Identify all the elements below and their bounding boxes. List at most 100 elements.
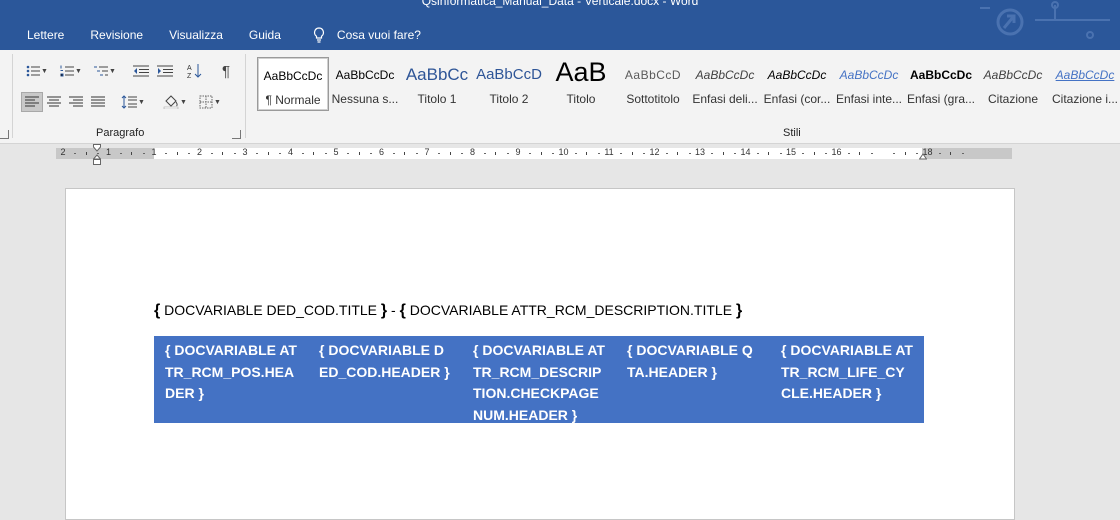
style-citazione[interactable]: AaBbCcDc Citazione bbox=[977, 57, 1049, 111]
style-name: Titolo 1 bbox=[417, 92, 457, 106]
borders-icon bbox=[199, 95, 213, 109]
ruler-dot bbox=[256, 153, 259, 154]
horizontal-ruler[interactable]: 2 1 1 2 3 4 5 6 7 8 9 10 11 12 13 14 15 16 18 bbox=[56, 147, 1012, 159]
style-name: Titolo bbox=[566, 92, 596, 106]
style-enfasi-delicata[interactable]: AaBbCcDc Enfasi deli... bbox=[689, 57, 761, 111]
ruler-number: 5 bbox=[333, 147, 339, 157]
ruler-dot bbox=[529, 153, 532, 154]
tab-visualizza[interactable]: Visualizza bbox=[156, 26, 236, 44]
ruler-tick bbox=[677, 152, 679, 155]
ruler-number: 13 bbox=[694, 147, 706, 157]
ruler-dot bbox=[438, 153, 441, 154]
style-name: Nessuna s... bbox=[331, 92, 399, 106]
align-center-button[interactable] bbox=[43, 92, 65, 112]
numbering-button[interactable]: ▼ bbox=[56, 61, 86, 81]
font-dialog-launcher[interactable] bbox=[0, 130, 9, 139]
table-header-cell-pos[interactable]: { DOCVARIABLE ATTR_RCM_POS.HEADER } bbox=[154, 336, 308, 423]
table-header-row: { DOCVARIABLE ATTR_RCM_POS.HEADER } { DO… bbox=[154, 336, 924, 423]
ruler-tick bbox=[768, 152, 770, 155]
ruler-dot bbox=[301, 153, 304, 154]
style-sample: AaBbCcDc bbox=[335, 68, 395, 82]
style-nessuna-spaziatura[interactable]: AaBbCcDc Nessuna s... bbox=[329, 57, 401, 111]
ruler-dot bbox=[688, 153, 691, 154]
style-enfasi-corsivo[interactable]: AaBbCcDc Enfasi (cor... bbox=[761, 57, 833, 111]
style-name: Enfasi deli... bbox=[692, 92, 758, 106]
style-sample: AaBbCcDc bbox=[1055, 68, 1115, 82]
style-enfasi-intensa[interactable]: AaBbCcDc Enfasi inte... bbox=[833, 57, 905, 111]
ruler-number: 1 bbox=[105, 147, 112, 157]
ruler-dot bbox=[938, 153, 941, 154]
ruler-dot bbox=[483, 153, 486, 154]
ruler-dot bbox=[74, 153, 77, 154]
multilevel-list-icon bbox=[94, 66, 109, 76]
style-name: Enfasi inte... bbox=[835, 92, 903, 106]
align-left-button[interactable] bbox=[21, 92, 43, 112]
style-sample: AaBbCcDc bbox=[983, 68, 1043, 82]
style-normale[interactable]: AaBbCcDc ¶ Normale bbox=[257, 57, 329, 111]
document-page[interactable]: { DOCVARIABLE DED_COD.TITLE } - { DOCVAR… bbox=[65, 188, 1015, 520]
tab-guida[interactable]: Guida bbox=[236, 26, 294, 44]
show-formatting-button[interactable]: ¶ bbox=[215, 61, 237, 81]
shading-button[interactable]: ▼ bbox=[160, 92, 190, 112]
style-sample: AaBbCcD bbox=[476, 66, 542, 83]
ruler-number: 16 bbox=[831, 147, 842, 157]
circuit-decoration-icon bbox=[980, 1, 1110, 39]
line-spacing-button[interactable]: ▼ bbox=[118, 92, 148, 112]
tab-lettere[interactable]: Lettere bbox=[14, 26, 77, 44]
ruler-dot bbox=[893, 153, 896, 154]
style-titolo[interactable]: AaB Titolo bbox=[545, 57, 617, 111]
increase-indent-button[interactable] bbox=[154, 61, 176, 81]
table-header-cell-code[interactable]: { DOCVARIABLE DED_COD.HEADER } bbox=[308, 336, 462, 423]
ruler-dot bbox=[870, 153, 873, 154]
ruler-dot bbox=[370, 153, 373, 154]
ruler-dot bbox=[734, 153, 737, 154]
document-title-line[interactable]: { DOCVARIABLE DED_COD.TITLE } - { DOCVAR… bbox=[154, 302, 742, 320]
chevron-down-icon: ▼ bbox=[75, 67, 82, 75]
style-sottotitolo[interactable]: AaBbCcD Sottotitolo bbox=[617, 57, 689, 111]
chevron-down-icon: ▼ bbox=[214, 98, 221, 106]
paragraph-dialog-launcher[interactable] bbox=[232, 130, 241, 139]
decrease-indent-button[interactable] bbox=[130, 61, 152, 81]
chevron-down-icon: ▼ bbox=[138, 98, 145, 106]
ruler-dot bbox=[847, 153, 850, 154]
borders-button[interactable]: ▼ bbox=[194, 92, 226, 112]
ruler-dot bbox=[552, 153, 555, 154]
style-name: Titolo 2 bbox=[489, 92, 529, 106]
table-header-cell-life-cycle[interactable]: { DOCVARIABLE ATTR_RCM_LIFE_CYCLE.HEADER… bbox=[770, 336, 924, 423]
sort-button[interactable]: AZ bbox=[184, 61, 206, 81]
style-enfasi-grassetto[interactable]: AaBbCcDc Enfasi (gra... bbox=[905, 57, 977, 111]
ruler-dot bbox=[392, 153, 395, 154]
table-header-cell-description[interactable]: { DOCVARIABLE ATTR_RCM_DESCRIPTION.CHECK… bbox=[462, 336, 616, 423]
ruler-tick bbox=[904, 152, 906, 155]
ruler-tick bbox=[222, 152, 224, 155]
ruler-dot bbox=[461, 153, 464, 154]
right-indent-marker-icon[interactable] bbox=[919, 149, 927, 161]
style-titolo-2[interactable]: AaBbCcD Titolo 2 bbox=[473, 57, 545, 111]
tell-me-search[interactable]: Cosa vuoi fare? bbox=[300, 26, 434, 44]
ruler-number: 10 bbox=[558, 147, 569, 157]
justify-button[interactable] bbox=[87, 92, 109, 112]
align-right-button[interactable] bbox=[65, 92, 87, 112]
style-sample: AaBbCcDc bbox=[263, 69, 323, 83]
ruler-number: 12 bbox=[649, 147, 660, 157]
ruler-number: 8 bbox=[469, 147, 476, 157]
table-header-cell-qta[interactable]: { DOCVARIABLE QTA.HEADER } bbox=[616, 336, 770, 423]
ruler-dot bbox=[643, 153, 646, 154]
style-name: Citazione bbox=[987, 92, 1039, 106]
style-name: Citazione i... bbox=[1051, 92, 1119, 106]
style-sample: AaBbCcDc bbox=[839, 68, 899, 82]
ruler-dot bbox=[916, 153, 919, 154]
multilevel-list-button[interactable]: ▼ bbox=[90, 61, 120, 81]
ruler-dot bbox=[324, 153, 327, 154]
indent-marker-icon[interactable] bbox=[93, 144, 101, 166]
ruler-dot bbox=[961, 153, 964, 154]
style-titolo-1[interactable]: AaBbCc Titolo 1 bbox=[401, 57, 473, 111]
pilcrow-icon: ¶ bbox=[221, 62, 231, 80]
ruler-number: 7 bbox=[424, 147, 430, 157]
style-citazione-intensa[interactable]: AaBbCcDc Citazione i... bbox=[1049, 57, 1120, 111]
ruler-tick bbox=[540, 152, 542, 155]
bullets-button[interactable]: ▼ bbox=[22, 61, 52, 81]
tab-revisione[interactable]: Revisione bbox=[77, 26, 156, 44]
ruler-tick bbox=[859, 152, 861, 155]
ruler-tick bbox=[85, 152, 87, 155]
